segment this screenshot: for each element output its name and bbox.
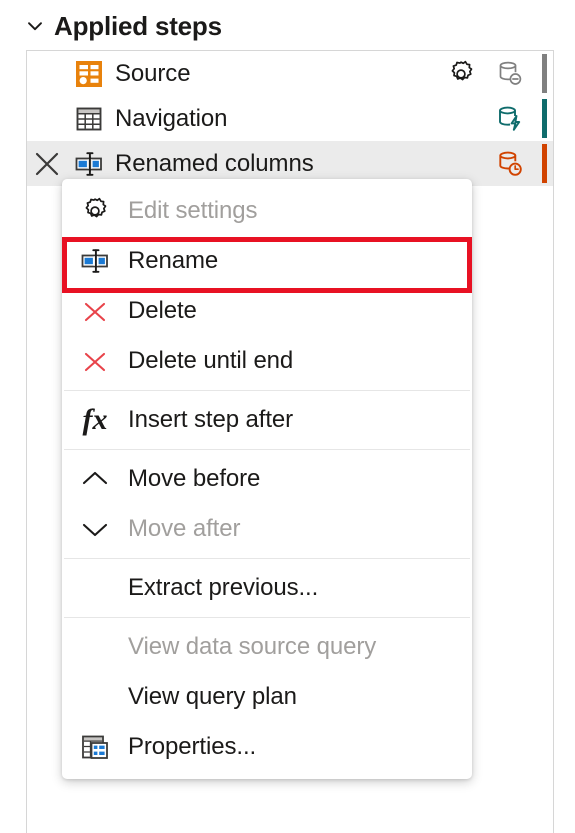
menu-item-move-before[interactable]: Move before — [62, 454, 472, 504]
applied-steps-panel: Applied steps Source Navigation Renamed … — [0, 0, 575, 833]
fx-icon: fx — [82, 403, 108, 436]
menu-separator — [64, 390, 470, 391]
menu-separator — [64, 617, 470, 618]
menu-item-label: Properties... — [128, 733, 257, 760]
step-status-bar — [542, 99, 547, 138]
table-grid-icon — [67, 104, 111, 134]
properties-icon — [62, 732, 128, 762]
menu-item-label: Rename — [128, 247, 219, 274]
menu-item-rename[interactable]: Rename — [62, 236, 472, 286]
menu-item-label: Insert step after — [128, 406, 294, 433]
gear-icon — [62, 195, 128, 227]
step-row-source[interactable]: Source — [27, 51, 553, 96]
menu-item-move-after[interactable]: Move after — [62, 504, 472, 554]
red-x-icon — [62, 296, 128, 326]
step-label: Renamed columns — [115, 149, 314, 177]
step-status-bar — [542, 144, 547, 183]
chevron-up-icon — [62, 463, 128, 495]
step-actions — [440, 96, 553, 141]
menu-item-delete-until-end[interactable]: Delete until end — [62, 336, 472, 386]
database-lightning-icon[interactable] — [490, 104, 530, 134]
menu-separator — [64, 558, 470, 559]
step-context-menu: Edit settings Rename Delete Delete until… — [62, 179, 472, 779]
menu-item-delete[interactable]: Delete — [62, 286, 472, 336]
menu-item-label: View data source query — [128, 633, 377, 660]
menu-item-edit-settings[interactable]: Edit settings — [62, 186, 472, 236]
chevron-down-icon[interactable] — [26, 17, 44, 35]
red-x-icon — [62, 346, 128, 376]
menu-item-label: Extract previous... — [128, 574, 319, 601]
page-title: Applied steps — [54, 10, 222, 41]
menu-item-label: Delete — [128, 297, 197, 324]
menu-item-label: Move before — [128, 465, 261, 492]
menu-item-view-query-plan[interactable]: View query plan — [62, 672, 472, 722]
step-label: Navigation — [115, 104, 228, 132]
applied-steps-header[interactable]: Applied steps — [26, 4, 222, 48]
step-row-navigation[interactable]: Navigation — [27, 96, 553, 141]
menu-item-extract-previous[interactable]: Extract previous... — [62, 563, 472, 613]
rename-icon — [67, 149, 111, 179]
database-minus-icon[interactable] — [490, 59, 530, 89]
gear-icon[interactable] — [440, 58, 482, 90]
rename-icon — [62, 246, 128, 276]
menu-item-view-data-source-query[interactable]: View data source query — [62, 622, 472, 672]
close-x-icon[interactable] — [27, 148, 67, 180]
source-form-icon — [67, 59, 111, 89]
menu-separator — [64, 449, 470, 450]
step-label: Source — [115, 59, 191, 87]
menu-item-label: Move after — [128, 515, 241, 542]
menu-item-label: Delete until end — [128, 347, 294, 374]
database-clock-icon[interactable] — [490, 149, 530, 179]
step-actions — [440, 51, 553, 96]
menu-item-label: View query plan — [128, 683, 297, 710]
menu-item-insert-step-after[interactable]: fx Insert step after — [62, 395, 472, 445]
menu-item-properties[interactable]: Properties... — [62, 722, 472, 772]
chevron-down-icon — [62, 513, 128, 545]
menu-item-label: Edit settings — [128, 197, 258, 224]
step-status-bar — [542, 54, 547, 93]
